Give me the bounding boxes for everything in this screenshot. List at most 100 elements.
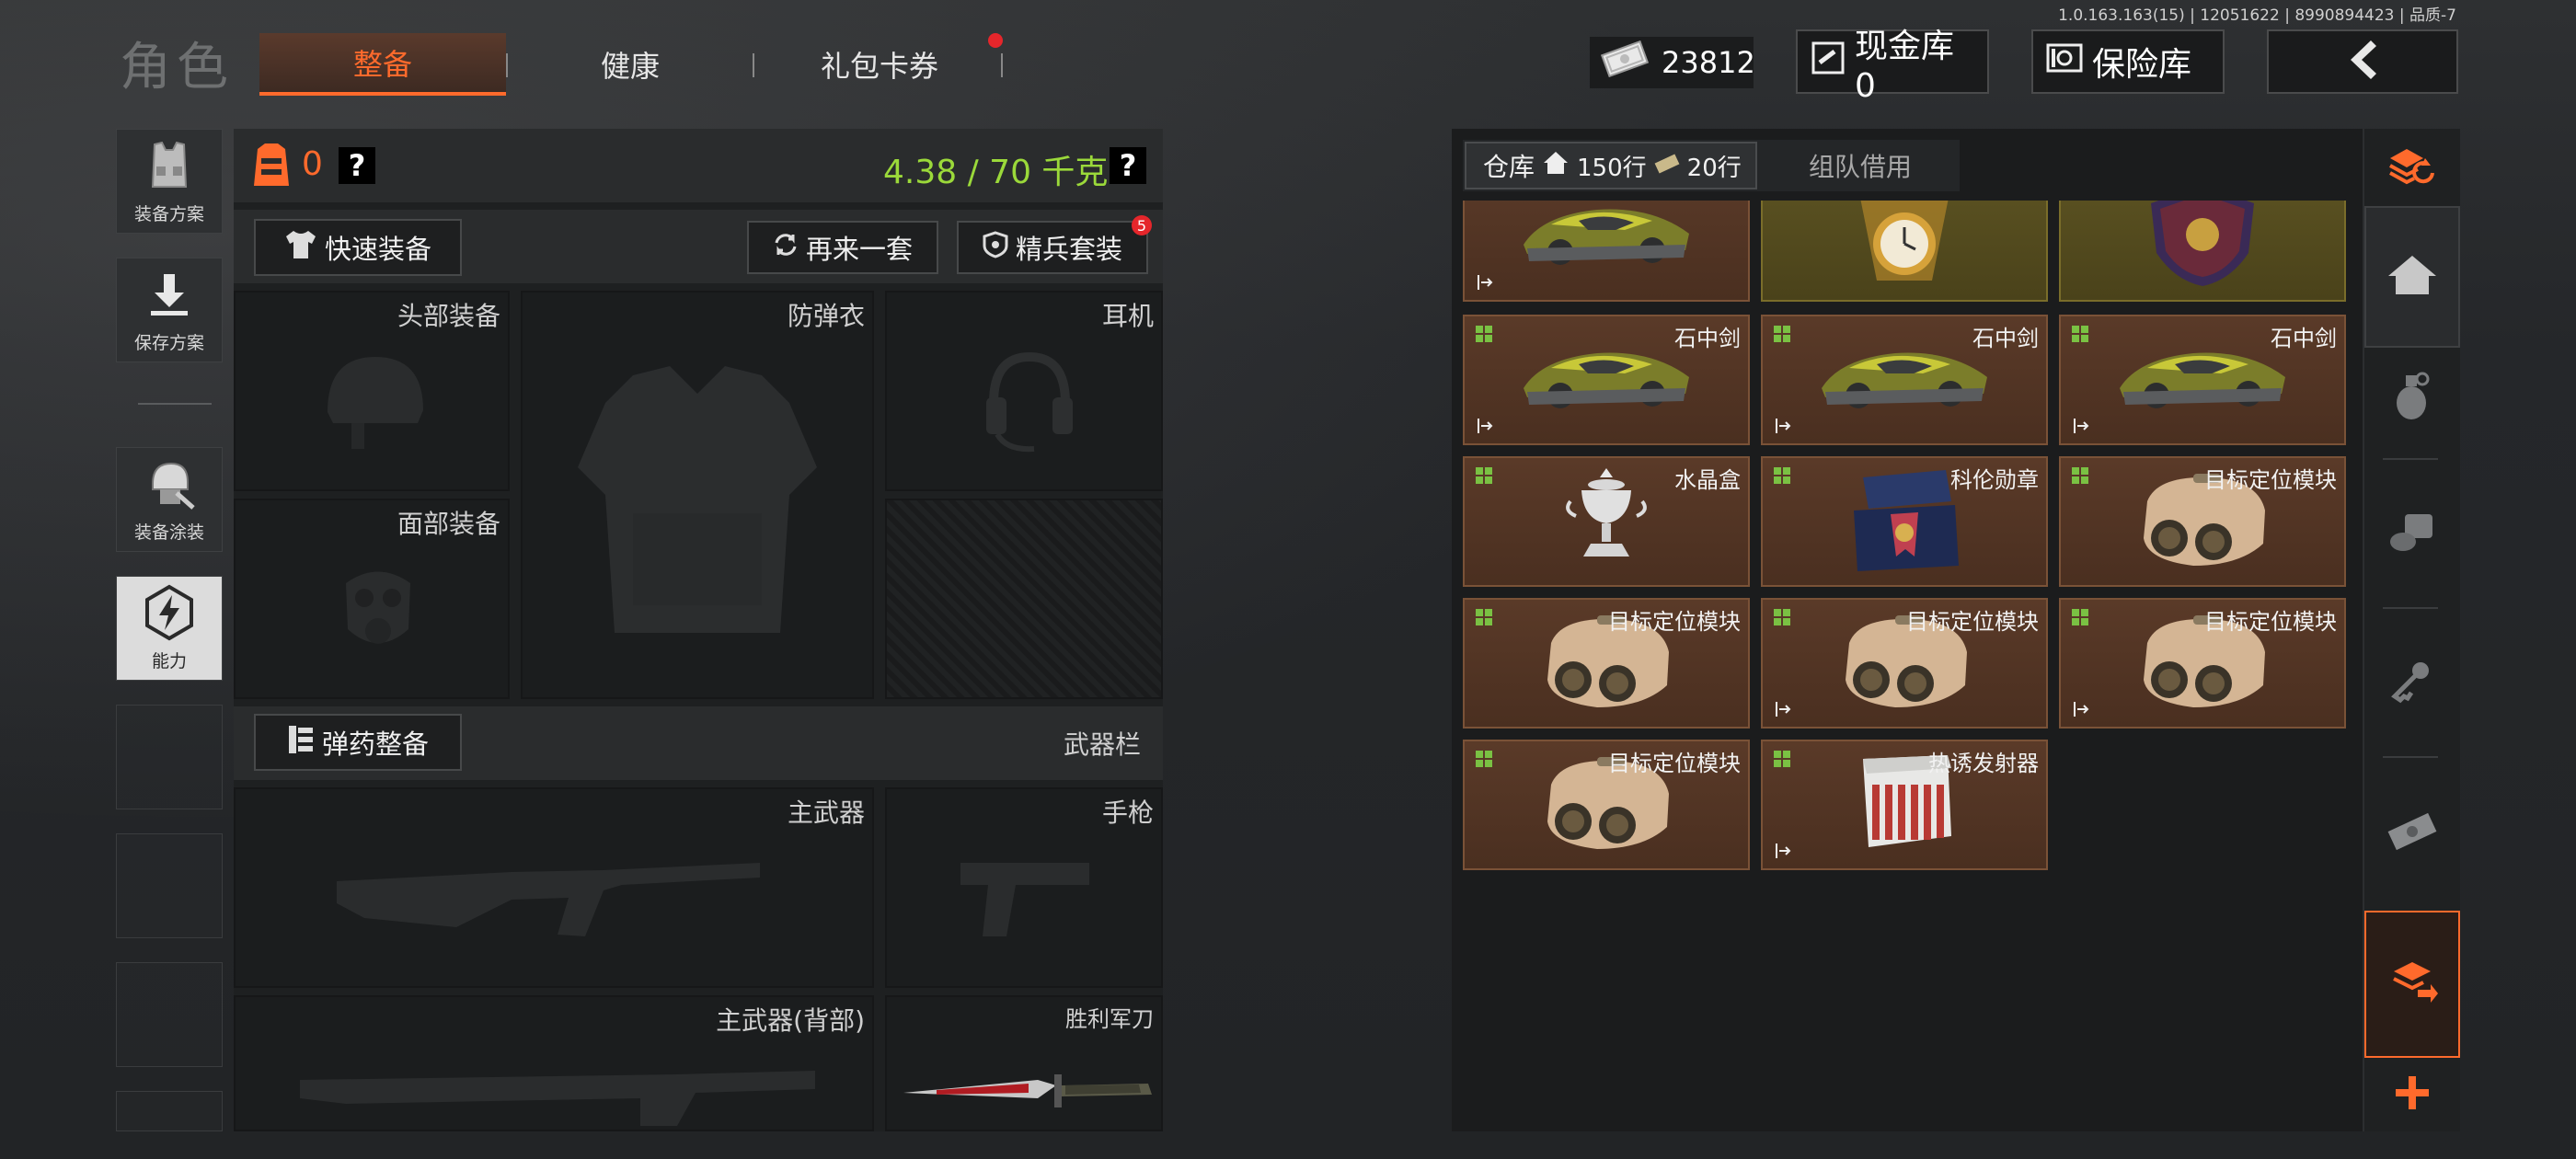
slot-armor-label: 防弹衣: [787, 301, 865, 331]
rs-home-button[interactable]: [2364, 206, 2460, 348]
exit-icon: [1476, 273, 1494, 296]
exit-icon: [1774, 842, 1792, 865]
rarity-grid-icon: [1476, 467, 1492, 484]
medal-icon: [1845, 465, 1964, 579]
slot-headset-label: 耳机: [1101, 301, 1154, 331]
warehouse-item[interactable]: 石中剑: [1463, 315, 1750, 445]
weapon-bar-label: 武器栏: [1064, 729, 1142, 760]
rs-food-button[interactable]: [2364, 488, 2460, 580]
sidebar-item-ability[interactable]: 能力: [116, 576, 223, 681]
notification-dot: [988, 33, 1003, 48]
exit-icon: [1774, 700, 1792, 723]
sidebar-empty-slot: [116, 705, 223, 809]
warehouse-item[interactable]: 科伦勋章: [1761, 456, 2048, 587]
food-icon: [2386, 509, 2438, 558]
cash-display: 23812: [1590, 37, 1755, 88]
back-button[interactable]: [2267, 29, 2458, 94]
slot-face[interactable]: 面部装备: [234, 499, 510, 699]
warehouse-item-name: 目标定位模块: [2204, 609, 2337, 635]
warehouse-item[interactable]: [1463, 201, 1750, 302]
warehouse-item[interactable]: 目标定位模块: [1463, 598, 1750, 729]
watch-icon: [1831, 201, 1978, 293]
tab-health[interactable]: 健康: [515, 33, 745, 96]
tab-divider: [506, 53, 508, 77]
warehouse-item[interactable]: 目标定位模块: [1463, 740, 1750, 870]
armor-vest-icon: [578, 366, 817, 633]
gas-mask-icon: [346, 571, 410, 644]
tab-gift-coupons[interactable]: 礼包卡券: [760, 33, 999, 96]
quick-equip-button[interactable]: 快速装备: [254, 219, 462, 276]
rs-transfer-button[interactable]: [2364, 911, 2460, 1058]
sidebar-item-equip-skin[interactable]: 装备涂装: [116, 447, 223, 552]
warehouse-item[interactable]: [2059, 201, 2346, 302]
cup-icon: [1565, 465, 1648, 579]
rifle-back-icon: [300, 1071, 815, 1126]
rs-grenade-button[interactable]: [2364, 351, 2460, 443]
rarity-grid-icon: [2072, 609, 2088, 625]
quick-equip-label: 快速装备: [324, 234, 431, 265]
tab-team-borrow[interactable]: 组队借用: [1763, 142, 1958, 189]
warehouse-item[interactable]: 石中剑: [1761, 315, 2048, 445]
sidebar-empty-slot: [116, 1091, 223, 1131]
exit-icon: [1774, 417, 1792, 440]
car-icon: [2110, 337, 2294, 423]
rarity-grid-icon: [1476, 751, 1492, 767]
rs-add-button[interactable]: [2364, 1061, 2460, 1128]
sidebar-item-save-plan[interactable]: 保存方案: [116, 258, 223, 362]
vest-icon: [142, 130, 197, 201]
helmet-paint-icon: [142, 448, 197, 519]
warehouse-item-name: 目标定位模块: [1608, 751, 1741, 776]
slot-primary-weapon[interactable]: 主武器: [234, 787, 874, 988]
headset-icon: [986, 351, 1073, 453]
slot-head-label: 头部装备: [397, 301, 500, 331]
lightning-hexagon-icon: [141, 577, 198, 648]
slot-armor[interactable]: 防弹衣: [521, 291, 874, 699]
weight-help-button[interactable]: ?: [1110, 147, 1146, 184]
rarity-grid-icon: [1774, 609, 1790, 625]
warehouse-item[interactable]: 目标定位模块: [1761, 598, 2048, 729]
home-icon: [1542, 150, 1570, 182]
warehouse-item[interactable]: 热诱发射器: [1761, 740, 2048, 870]
slot-head[interactable]: 头部装备: [234, 291, 510, 491]
slot-pistol-label: 手枪: [1101, 798, 1154, 828]
refresh-icon: [773, 232, 799, 264]
reroll-button[interactable]: 再来一套: [747, 221, 938, 274]
slot-pistol[interactable]: 手枪: [885, 787, 1163, 988]
warehouse-item[interactable]: 石中剑: [2059, 315, 2346, 445]
elite-set-button[interactable]: 精兵套装: [957, 221, 1148, 274]
warehouse-item[interactable]: 目标定位模块: [2059, 598, 2346, 729]
sidebar-item-equip-plan[interactable]: 装备方案: [116, 129, 223, 234]
tab-divider: [753, 53, 754, 77]
cash-vault-icon: [1811, 40, 1846, 84]
shirt-icon: [284, 229, 317, 267]
rs-divider: [2383, 458, 2438, 460]
car-icon: [1812, 337, 1996, 423]
safe-button[interactable]: 保险库: [2031, 29, 2225, 94]
slot-melee[interactable]: 胜利军刀: [885, 995, 1163, 1131]
tab-warehouse[interactable]: 仓库 150行 20行: [1465, 142, 1757, 189]
rarity-grid-icon: [2072, 326, 2088, 342]
slot-primary-label: 主武器: [787, 798, 865, 828]
chevron-left-icon: [2340, 37, 2386, 86]
sort-refresh-button[interactable]: [2364, 134, 2460, 204]
help-button[interactable]: ?: [339, 147, 375, 184]
slot-headset[interactable]: 耳机: [885, 291, 1163, 491]
key-icon: [2389, 658, 2435, 707]
warehouse-item[interactable]: 水晶盒: [1463, 456, 1750, 587]
warehouse-item[interactable]: 目标定位模块: [2059, 456, 2346, 587]
sidebar-divider: [138, 403, 212, 405]
rs-divider: [2383, 756, 2438, 758]
warehouse-item[interactable]: [1761, 201, 2048, 302]
rs-key-button[interactable]: [2364, 637, 2460, 729]
slot-primary-back[interactable]: 主武器(背部): [234, 995, 874, 1131]
tab-equip[interactable]: 整备: [259, 33, 506, 96]
transfer-icon: [2386, 957, 2438, 1012]
tab-divider: [1001, 53, 1003, 77]
sort-refresh-icon: [2386, 145, 2438, 193]
elite-set-label: 精兵套装: [1015, 234, 1122, 265]
rarity-grid-icon: [2072, 467, 2088, 484]
rs-cash-button[interactable]: [2364, 787, 2460, 879]
cash-vault-button[interactable]: 现金库 0: [1796, 28, 1989, 105]
warehouse-item-name: 石中剑: [1674, 326, 1741, 351]
ammo-equip-button[interactable]: 弹药整备: [254, 714, 462, 771]
